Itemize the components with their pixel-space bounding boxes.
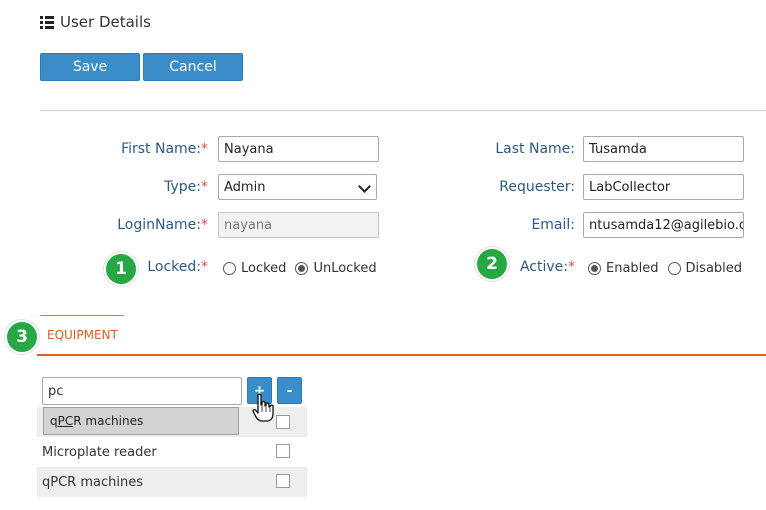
- locked-option[interactable]: Locked: [223, 261, 286, 276]
- radio-checked[interactable]: [295, 262, 309, 275]
- login-name-field: nayana: [218, 212, 379, 238]
- disabled-option[interactable]: Disabled: [667, 261, 743, 276]
- tab-underline: [37, 354, 766, 356]
- step-badge-3: 3: [5, 320, 39, 354]
- autocomplete-suggestion[interactable]: q PC R machines: [43, 407, 239, 435]
- type-select-value: Admin: [224, 179, 266, 195]
- radio-unchecked[interactable]: [223, 262, 236, 275]
- email-label: Email:: [531, 217, 575, 233]
- requester-label: Requester:: [499, 179, 575, 195]
- active-radio-group: Enabled Disabled: [588, 261, 751, 276]
- active-label: Active:*: [519, 259, 575, 275]
- tab-equipment[interactable]: EQUIPMENT: [47, 328, 118, 342]
- remove-equipment-button[interactable]: -: [277, 377, 302, 404]
- hand-pointer-icon: [252, 393, 274, 422]
- page-title: User Details: [60, 13, 151, 31]
- enabled-option[interactable]: Enabled: [588, 261, 659, 276]
- locked-label: Locked:*: [147, 259, 208, 275]
- step-badge-2: 2: [475, 247, 509, 281]
- locked-radio-group: Locked UnLocked: [223, 261, 386, 276]
- table-row: Microplate reader: [37, 437, 307, 467]
- suggestion-match: PC: [57, 414, 74, 428]
- page-header: User Details: [40, 12, 151, 32]
- login-name-label: LoginName:*: [117, 217, 208, 233]
- cancel-button[interactable]: Cancel: [143, 53, 243, 81]
- suggestion-suffix: R machines: [73, 414, 144, 428]
- step-badge-1: 1: [104, 252, 138, 286]
- chevron-down-icon: [358, 180, 371, 193]
- list-icon: [40, 15, 55, 29]
- save-button[interactable]: Save: [40, 53, 140, 81]
- radio-unchecked[interactable]: [667, 262, 681, 275]
- header-divider: [40, 110, 766, 111]
- equipment-checkbox[interactable]: [276, 415, 290, 429]
- locked-option-label: Locked: [241, 261, 287, 276]
- first-name-field[interactable]: Nayana: [218, 136, 379, 162]
- type-select[interactable]: Admin: [218, 174, 377, 200]
- email-field[interactable]: ntusamda12@agilebio.c: [583, 212, 744, 238]
- equipment-tab-indicator: [40, 315, 124, 316]
- equipment-search-input[interactable]: pc: [42, 377, 242, 405]
- requester-field[interactable]: LabCollector: [583, 174, 744, 200]
- equipment-name: qPCR machines: [42, 474, 143, 490]
- disabled-option-label: Disabled: [685, 261, 743, 276]
- type-label: Type:*: [164, 179, 208, 195]
- equipment-checkbox[interactable]: [276, 474, 290, 488]
- unlocked-option-label: UnLocked: [313, 261, 377, 276]
- suggestion-prefix: q: [50, 414, 58, 428]
- last-name-field[interactable]: Tusamda: [583, 136, 744, 162]
- equipment-name: Microplate reader: [42, 444, 157, 460]
- first-name-label: First Name:*: [121, 141, 208, 157]
- last-name-label: Last Name:: [495, 141, 575, 157]
- unlocked-option[interactable]: UnLocked: [295, 261, 377, 276]
- table-row: qPCR machines: [37, 467, 307, 497]
- radio-checked[interactable]: [588, 262, 601, 275]
- enabled-option-label: Enabled: [606, 261, 659, 276]
- equipment-checkbox[interactable]: [276, 444, 290, 458]
